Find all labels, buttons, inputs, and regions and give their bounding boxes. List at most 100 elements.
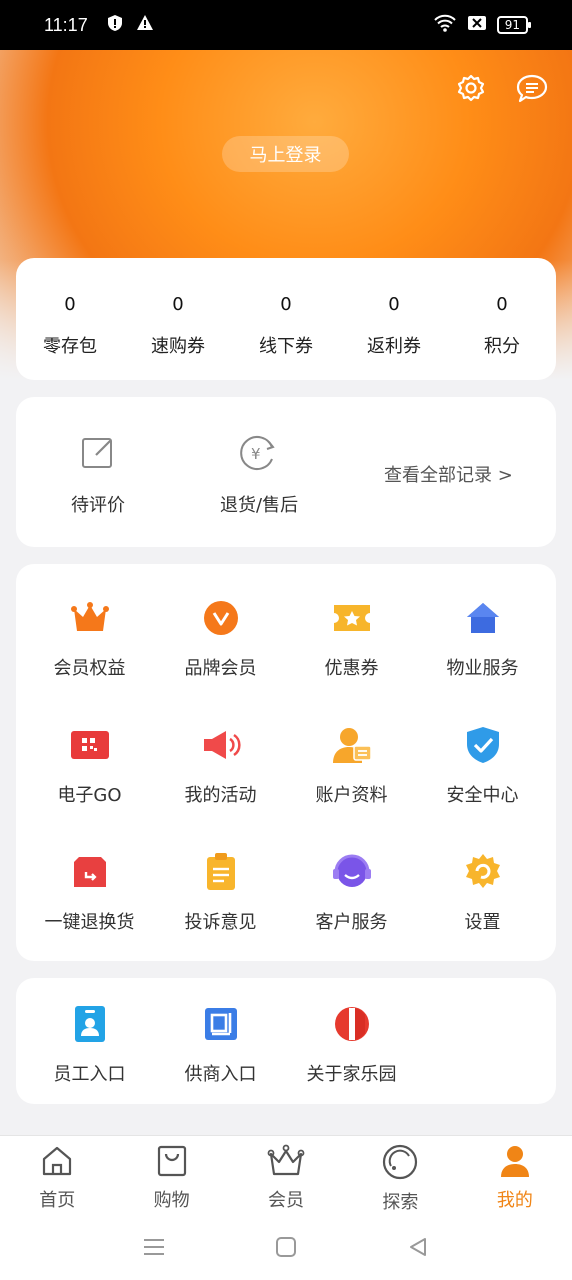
stat-quick-coupon[interactable]: 0 速购券: [124, 258, 232, 380]
system-navigation-bar: [0, 1217, 572, 1280]
stat-offline-coupon[interactable]: 0 线下券: [232, 258, 340, 380]
nav-label: 会员: [268, 1190, 305, 1211]
nav-explore[interactable]: 探索: [343, 1136, 457, 1217]
grid-item-e-go[interactable]: 电子GO: [22, 723, 157, 807]
about-entry-button[interactable]: 关于家乐园: [284, 1002, 419, 1086]
grid-item-security-center[interactable]: 安全中心: [415, 723, 550, 807]
battery-indicator: 91: [496, 16, 532, 34]
shield-alert-icon: [106, 14, 124, 36]
home-square-icon[interactable]: [275, 1236, 297, 1262]
stat-value: 0: [64, 294, 76, 315]
stat-points[interactable]: 0 积分: [448, 258, 556, 380]
services-grid: 会员权益 品牌会员 优惠券 物业服务 电子GO 我的活动 账户资料 安全中心 一…: [16, 564, 556, 961]
grid-label: 物业服务: [446, 658, 519, 679]
stat-value: 0: [496, 294, 508, 315]
clipboard-icon: [199, 850, 243, 894]
shopping-bag-icon: [155, 1144, 189, 1182]
stat-label: 返利券: [367, 336, 421, 357]
grid-item-coupons[interactable]: 优惠券: [284, 596, 419, 680]
grid-label: 一键退换货: [44, 912, 135, 933]
crown-icon: [68, 596, 112, 640]
order-label: 退货/售后: [220, 495, 299, 516]
grid-item-customer-service[interactable]: 客户服务: [284, 850, 419, 934]
stat-value: 0: [280, 294, 292, 315]
megaphone-icon: [199, 723, 243, 767]
employee-entry-button[interactable]: 员工入口: [22, 1002, 157, 1086]
stat-wallet[interactable]: 0 零存包: [16, 258, 124, 380]
nav-label: 探索: [382, 1192, 419, 1213]
nav-label: 购物: [153, 1190, 190, 1211]
person-icon: [498, 1144, 532, 1182]
nav-home[interactable]: 首页: [0, 1136, 114, 1217]
edit-review-icon: [80, 435, 116, 475]
stat-label: 积分: [484, 336, 520, 357]
view-all-records-link[interactable]: 查看全部记录 >: [384, 461, 513, 487]
crown-outline-icon: [267, 1144, 305, 1182]
grid-item-settings[interactable]: 设置: [415, 850, 550, 934]
login-button[interactable]: 马上登录: [222, 136, 349, 172]
grid-label: 员工入口: [53, 1064, 126, 1085]
grid-label: 账户资料: [315, 785, 388, 806]
orders-card: 待评价 ¥ 退货/售后 查看全部记录 >: [16, 397, 556, 547]
supplier-entry-button[interactable]: 供商入口: [153, 1002, 288, 1086]
grid-label: 优惠券: [324, 658, 379, 679]
returns-button[interactable]: ¥ 退货/售后: [220, 435, 298, 517]
return-box-icon: [68, 850, 112, 894]
headset-icon: [330, 850, 374, 894]
refund-icon: ¥: [239, 435, 279, 475]
no-sim-icon: [467, 14, 487, 36]
back-icon[interactable]: [407, 1236, 429, 1262]
grid-item-one-click-return[interactable]: 一键退换货: [22, 850, 157, 934]
qr-card-icon: [68, 723, 112, 767]
nav-mine[interactable]: 我的: [458, 1136, 572, 1217]
grid-item-complaints[interactable]: 投诉意见: [153, 850, 288, 934]
grid-label: 客户服务: [315, 912, 388, 933]
house-icon: [461, 596, 505, 640]
stat-label: 零存包: [43, 336, 97, 357]
status-bar: 11:17 91: [0, 0, 572, 50]
grid-label: 电子GO: [57, 785, 122, 806]
planet-icon: [381, 1144, 419, 1184]
grid-label: 设置: [464, 912, 501, 933]
grid-label: 品牌会员: [184, 658, 257, 679]
grid-label: 关于家乐园: [306, 1064, 397, 1085]
nav-label: 我的: [496, 1190, 533, 1211]
warning-icon: [136, 14, 154, 36]
grid-label: 会员权益: [53, 658, 126, 679]
message-icon[interactable]: [515, 72, 549, 106]
stat-label: 速购券: [151, 336, 205, 357]
pending-review-button[interactable]: 待评价: [71, 435, 125, 517]
wifi-icon: [433, 14, 457, 36]
grid-label: 我的活动: [184, 785, 257, 806]
supplier-icon: [199, 1002, 243, 1046]
grid-item-brand-vip[interactable]: 品牌会员: [153, 596, 288, 680]
menu-icon[interactable]: [143, 1237, 165, 1261]
brand-vip-icon: [199, 596, 243, 640]
stat-value: 0: [388, 294, 400, 315]
grid-item-my-activities[interactable]: 我的活动: [153, 723, 288, 807]
grid-label: 供商入口: [184, 1064, 257, 1085]
stat-value: 0: [172, 294, 184, 315]
about-logo-icon: [330, 1002, 374, 1046]
settings-gear-icon[interactable]: [454, 72, 488, 106]
coupon-icon: [330, 596, 374, 640]
order-label: 待评价: [71, 495, 125, 516]
gear-icon: [461, 850, 505, 894]
grid-item-property-service[interactable]: 物业服务: [415, 596, 550, 680]
shield-check-icon: [461, 723, 505, 767]
nav-shopping[interactable]: 购物: [114, 1136, 228, 1217]
stat-rebate-coupon[interactable]: 0 返利券: [340, 258, 448, 380]
entries-card: 员工入口 供商入口 关于家乐园: [16, 978, 556, 1104]
grid-label: 安全中心: [446, 785, 519, 806]
employee-badge-icon: [68, 1002, 112, 1046]
svg-text:¥: ¥: [251, 445, 261, 463]
account-profile-icon: [330, 723, 374, 767]
home-icon: [40, 1144, 74, 1182]
nav-label: 首页: [39, 1190, 76, 1211]
grid-item-member-benefits[interactable]: 会员权益: [22, 596, 157, 680]
nav-member[interactable]: 会员: [229, 1136, 343, 1217]
grid-item-account-profile[interactable]: 账户资料: [284, 723, 419, 807]
status-time: 11:17: [44, 14, 88, 35]
assets-card: 0 零存包 0 速购券 0 线下券 0 返利券 0 积分: [16, 258, 556, 380]
stat-label: 线下券: [259, 336, 313, 357]
